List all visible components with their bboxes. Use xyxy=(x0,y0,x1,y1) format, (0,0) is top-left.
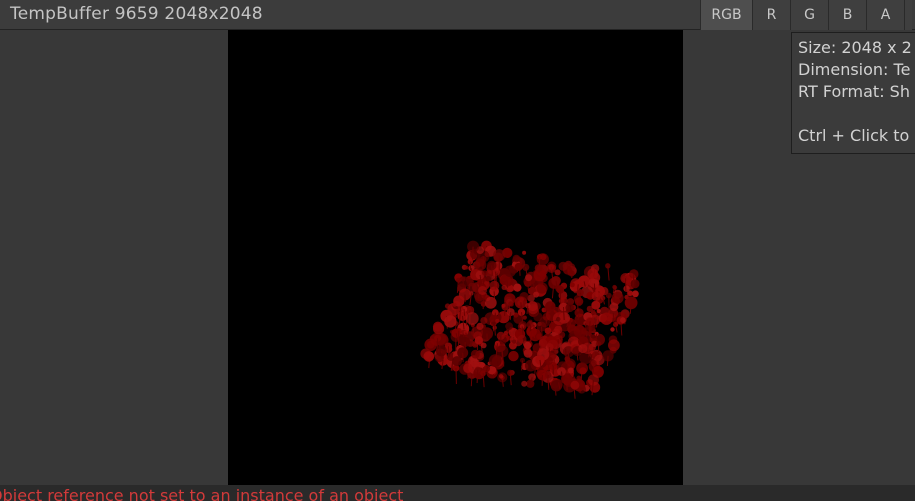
console-error-message: Object reference not set to an instance … xyxy=(0,486,404,501)
channel-rgb-button[interactable]: RGB xyxy=(700,0,752,30)
render-texture-preview[interactable] xyxy=(228,30,683,485)
tooltip-format: RT Format: Sh xyxy=(798,82,910,101)
channel-overflow-button[interactable] xyxy=(904,0,912,30)
channel-g-button[interactable]: G xyxy=(790,0,828,30)
texture-info-tooltip: Size: 2048 x 2 Dimension: Te RT Format: … xyxy=(791,32,915,154)
channel-a-button[interactable]: A xyxy=(866,0,904,30)
channel-toggle-group: RGB R G B A xyxy=(700,0,912,30)
channel-b-button[interactable]: B xyxy=(828,0,866,30)
console-status-bar[interactable]: Object reference not set to an instance … xyxy=(0,485,915,501)
tooltip-dimension: Dimension: Te xyxy=(798,60,911,79)
tooltip-hint: Ctrl + Click to xyxy=(798,126,910,145)
window-header: TempBuffer 9659 2048x2048 RGB R G B A xyxy=(0,0,915,30)
channel-r-button[interactable]: R xyxy=(752,0,790,30)
tooltip-spacer xyxy=(798,103,915,125)
window-title: TempBuffer 9659 2048x2048 xyxy=(10,4,263,24)
tooltip-size: Size: 2048 x 2 xyxy=(798,38,912,57)
foliage-render-image xyxy=(420,240,640,399)
